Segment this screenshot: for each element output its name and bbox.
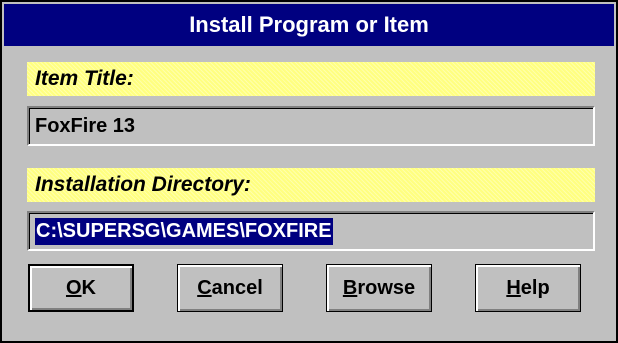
dialog-title: Install Program or Item [4, 4, 614, 46]
browse-button-mnemonic: B [342, 276, 358, 299]
item-title-input[interactable]: FoxFire 13 [27, 106, 595, 146]
item-title-label: Item Title: [27, 62, 595, 96]
installation-directory-label: Installation Directory: [27, 168, 595, 202]
cancel-button[interactable]: Cancel [177, 264, 283, 312]
ok-button-label: K [81, 276, 96, 299]
installation-directory-value: C:\SUPERSG\GAMES\FOXFIRE [35, 217, 333, 245]
browse-button[interactable]: Browse [326, 264, 432, 312]
ok-button[interactable]: OK [28, 264, 134, 312]
browse-button-label: rowse [357, 276, 416, 299]
cancel-button-label: ancel [211, 276, 263, 299]
cancel-button-mnemonic: C [197, 276, 212, 299]
item-title-value: FoxFire 13 [35, 114, 136, 137]
install-dialog: Install Program or Item Item Title: FoxF… [0, 0, 618, 343]
ok-button-mnemonic: O [65, 276, 82, 299]
help-button-mnemonic: H [506, 276, 521, 299]
installation-directory-input[interactable]: C:\SUPERSG\GAMES\FOXFIRE [27, 211, 595, 251]
help-button[interactable]: Help [475, 264, 581, 312]
help-button-label: elp [520, 276, 550, 299]
